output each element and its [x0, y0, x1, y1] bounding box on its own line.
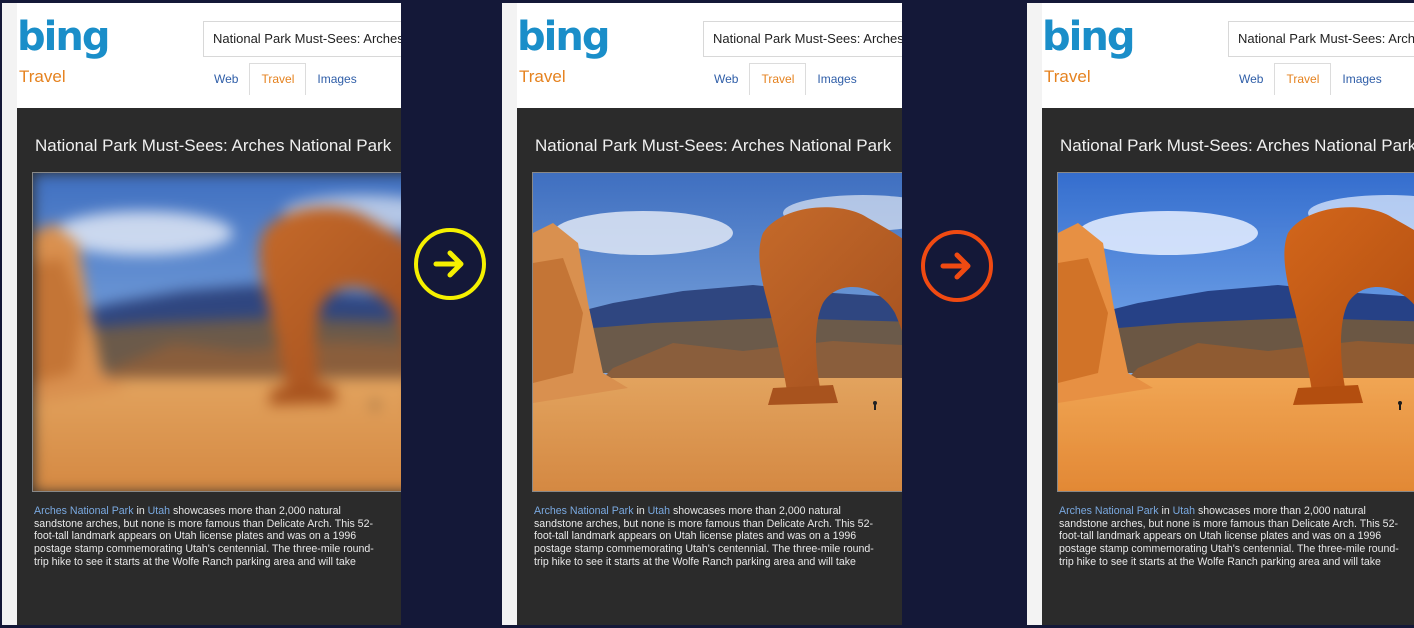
- search-input[interactable]: National Park Must-Sees: Arches National…: [703, 21, 902, 57]
- article-content: National Park Must-Sees: Arches National…: [17, 108, 401, 625]
- vertical-title: Travel: [519, 67, 566, 86]
- bing-header: bing Travel National Park Must-Sees: Arc…: [1042, 3, 1414, 108]
- link-utah[interactable]: Utah: [648, 505, 670, 517]
- bing-header: bing Travel National Park Must-Sees: Arc…: [517, 3, 902, 108]
- article-photo[interactable]: [32, 172, 401, 492]
- text-in: in: [1158, 505, 1173, 517]
- tab-images[interactable]: Images: [1331, 64, 1392, 96]
- tab-bar: Web Travel Images: [203, 63, 368, 95]
- tab-images[interactable]: Images: [806, 64, 867, 96]
- screenshot-panel-3: bing Travel National Park Must-Sees: Arc…: [1027, 3, 1414, 625]
- bing-logo[interactable]: bing: [17, 17, 110, 57]
- arrow-orange: [921, 230, 993, 302]
- article-body: Arches National Park in Utah showcases m…: [1059, 505, 1404, 569]
- tab-travel[interactable]: Travel: [749, 63, 807, 95]
- bing-logo[interactable]: bing: [517, 17, 610, 57]
- tab-travel[interactable]: Travel: [1274, 63, 1332, 95]
- tab-web[interactable]: Web: [703, 64, 749, 96]
- vertical-title: Travel: [19, 67, 66, 86]
- vertical-title: Travel: [1044, 67, 1091, 86]
- bing-header: bing Travel National Park Must-Sees: Arc…: [17, 3, 401, 108]
- delicate-arch-image: [33, 173, 401, 491]
- article-body: Arches National Park in Utah showcases m…: [534, 505, 879, 569]
- tab-web[interactable]: Web: [1228, 64, 1274, 96]
- link-arches[interactable]: Arches National Park: [34, 505, 134, 517]
- search-input[interactable]: National Park Must-Sees: Arches National…: [1228, 21, 1414, 57]
- article-title: National Park Must-Sees: Arches National…: [35, 136, 392, 155]
- tab-web[interactable]: Web: [203, 64, 249, 96]
- arrow-yellow: [414, 228, 486, 300]
- tab-images[interactable]: Images: [306, 64, 367, 96]
- article-content: National Park Must-Sees: Arches National…: [517, 108, 902, 625]
- screenshot-panel-2: bing Travel National Park Must-Sees: Arc…: [502, 3, 902, 625]
- article-body: Arches National Park in Utah showcases m…: [34, 505, 379, 569]
- screenshot-panel-1: bing Travel National Park Must-Sees: Arc…: [2, 3, 401, 625]
- article-content: National Park Must-Sees: Arches National…: [1042, 108, 1414, 625]
- bing-logo[interactable]: bing: [1042, 17, 1135, 57]
- tab-travel[interactable]: Travel: [249, 63, 307, 95]
- article-photo[interactable]: [532, 172, 902, 492]
- tab-bar: Web Travel Images: [1228, 63, 1393, 95]
- delicate-arch-image: [1058, 173, 1414, 491]
- text-in: in: [133, 505, 148, 517]
- delicate-arch-image: [533, 173, 902, 491]
- arrow-right-icon: [433, 250, 464, 278]
- link-arches[interactable]: Arches National Park: [1059, 505, 1159, 517]
- tab-bar: Web Travel Images: [703, 63, 868, 95]
- search-input[interactable]: National Park Must-Sees: Arches National…: [203, 21, 401, 57]
- text-in: in: [633, 505, 648, 517]
- article-photo[interactable]: [1057, 172, 1414, 492]
- article-title: National Park Must-Sees: Arches National…: [1060, 136, 1414, 155]
- arrow-right-icon: [940, 252, 971, 280]
- article-title: National Park Must-Sees: Arches National…: [535, 136, 892, 155]
- link-arches[interactable]: Arches National Park: [534, 505, 634, 517]
- link-utah[interactable]: Utah: [148, 505, 170, 517]
- link-utah[interactable]: Utah: [1173, 505, 1195, 517]
